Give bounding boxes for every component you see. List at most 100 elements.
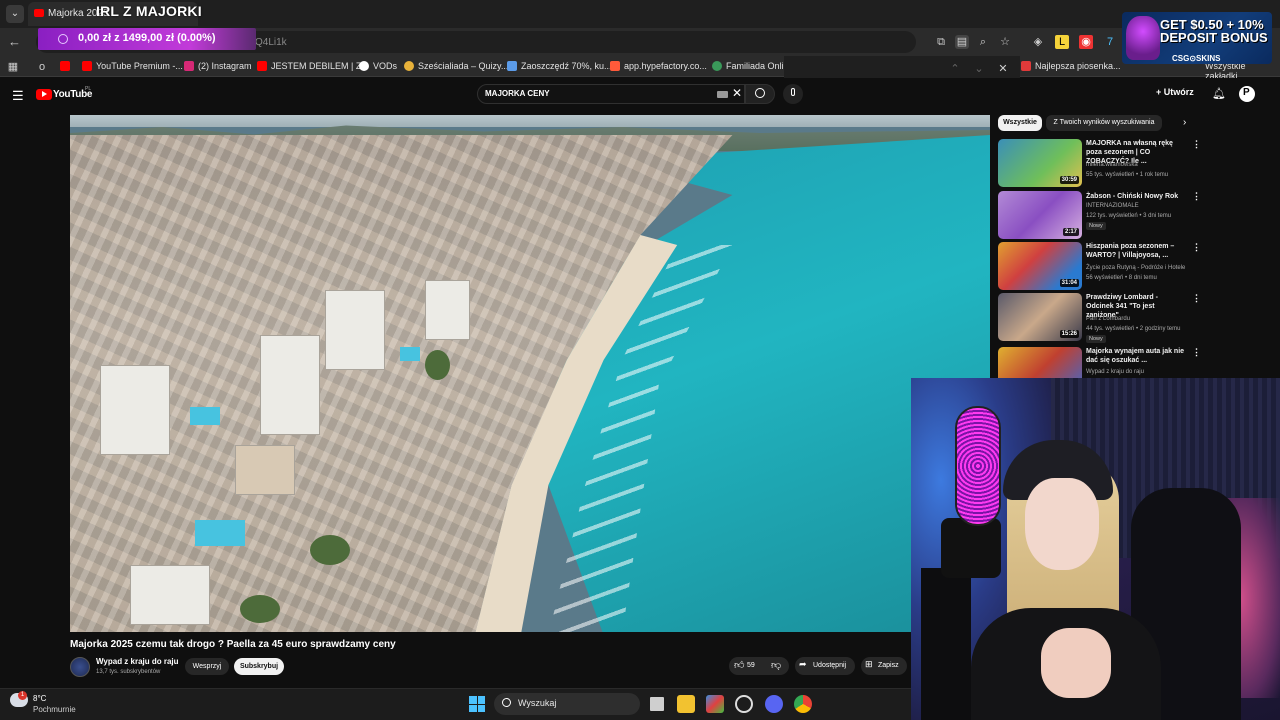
video-duration: 31:04 <box>1059 279 1079 287</box>
more-options-icon[interactable]: ⋮ <box>1192 242 1201 253</box>
bookmark-o-icon[interactable]: o <box>35 60 49 74</box>
clear-search-icon[interactable]: ✕ <box>732 86 742 100</box>
streamer-hands <box>1041 628 1111 698</box>
create-button[interactable]: + Utwórz <box>1156 87 1194 97</box>
start-tile <box>469 704 477 712</box>
windows-start-icon[interactable] <box>469 696 485 712</box>
pool <box>400 347 420 361</box>
search-icon[interactable] <box>755 88 765 98</box>
bookmark-instagram[interactable]: (2) Instagram <box>198 61 252 71</box>
subscriber-count: 13,7 tys. subskrybentów <box>96 669 161 675</box>
store-icon[interactable] <box>706 695 724 713</box>
zoom-icon[interactable]: ⌕ <box>976 35 990 49</box>
channel-avatar[interactable] <box>70 657 90 677</box>
install-app-icon[interactable]: ⧉ <box>934 35 948 49</box>
weather-temperature[interactable]: 8°C <box>33 694 46 703</box>
extension-l-icon[interactable]: L <box>1055 35 1069 49</box>
subscribe-button[interactable]: Subskrybuj <box>234 658 284 675</box>
bookmark-youtube-premium[interactable]: YouTube Premium -... <box>96 61 183 71</box>
bookmark-jestem-debilem[interactable]: JESTEM DEBILEM | Z... <box>271 61 369 71</box>
bookmark-star-icon[interactable]: ☆ <box>998 35 1012 49</box>
hotel-building <box>130 565 210 625</box>
vods-icon <box>359 61 369 71</box>
pool <box>195 520 245 546</box>
save-label: Zapisz <box>878 662 899 669</box>
extension-7tv-icon[interactable]: 7 <box>1103 35 1117 49</box>
video-thumbnail[interactable]: 30:59 <box>998 139 1082 187</box>
video-thumbnail[interactable]: 31:04 <box>998 242 1082 290</box>
extension-icon[interactable]: ◈ <box>1031 35 1045 49</box>
chip-from-search[interactable]: Z Twoich wyników wyszukiwania <box>1046 115 1162 131</box>
recommendation-channel[interactable]: Życie poza Rutyną - Podróże i Hotele <box>1086 265 1185 271</box>
find-close-icon[interactable]: ✕ <box>996 62 1010 76</box>
recommendation-channel[interactable]: INTERNAZIOMALE <box>1086 203 1139 209</box>
chrome-icon[interactable] <box>794 695 812 713</box>
menu-icon[interactable]: ☰ <box>12 88 24 104</box>
bookmark-szescialiada[interactable]: Sześcialiada – Quizy... <box>418 61 508 71</box>
streamer-face <box>1025 478 1099 570</box>
back-arrow-icon[interactable]: ← <box>8 34 21 49</box>
mic-icon[interactable] <box>791 88 795 96</box>
find-prev-icon[interactable]: ⌃ <box>948 62 962 76</box>
discord-icon[interactable] <box>765 695 783 713</box>
search-query[interactable]: MAJORKA CENY <box>485 89 550 98</box>
video-thumbnail[interactable]: 2:17 <box>998 191 1082 239</box>
url-text: Q4Li1k <box>255 37 287 48</box>
chip-all[interactable]: Wszystkie <box>998 115 1042 131</box>
more-options-icon[interactable]: ⋮ <box>1192 191 1201 202</box>
more-options-icon[interactable]: ⋮ <box>1192 139 1201 150</box>
stream-title-overlay: IRL Z MAJORKI <box>96 3 202 19</box>
extension-red-icon[interactable]: ◉ <box>1079 35 1093 49</box>
webcam-overlay <box>911 378 1280 720</box>
new-badge: Nowy <box>1086 335 1106 343</box>
like-thumb-icon[interactable]: 👍︎ <box>734 659 744 671</box>
recommendation-item[interactable]: 31:04 Hiszpania poza sezonem – WARTO? | … <box>998 242 1268 292</box>
video-player[interactable] <box>70 115 990 632</box>
dislike-thumb-icon[interactable]: 👎︎ <box>771 659 781 671</box>
search-icon <box>502 698 511 707</box>
hotel-building <box>325 290 385 370</box>
more-options-icon[interactable]: ⋮ <box>1192 293 1201 304</box>
support-button[interactable]: Wesprzyj <box>185 658 229 675</box>
recommendation-item[interactable]: 30:59 MAJORKA na własną rękę poza sezone… <box>998 139 1268 189</box>
recommendation-item[interactable]: 15:26 Prawdziwy Lombard - Odcinek 341 "T… <box>998 293 1268 343</box>
video-thumbnail[interactable]: 15:26 <box>998 293 1082 341</box>
apps-grid-icon[interactable]: ▦ <box>6 60 20 74</box>
bookmark-vods[interactable]: VODs <box>373 61 397 71</box>
start-tile <box>469 696 477 704</box>
translate-icon[interactable]: ▤ <box>955 35 969 49</box>
recommendation-channel[interactable]: Wypad z kraju do raju <box>1086 369 1144 375</box>
recommendation-channel[interactable]: Pan z Lombardu <box>1086 316 1130 322</box>
hypefactory-icon <box>610 61 620 71</box>
recommendation-title[interactable]: Hiszpania poza sezonem – WARTO? | Villaj… <box>1086 242 1186 260</box>
more-options-icon[interactable]: ⋮ <box>1192 347 1201 358</box>
tab-search-chevron-icon[interactable]: ⌄ <box>6 5 24 23</box>
task-view-icon[interactable] <box>648 695 666 713</box>
avatar-initial: P <box>1243 87 1250 98</box>
like-count[interactable]: 59 <box>747 662 755 669</box>
trees <box>310 535 350 565</box>
recommendation-channel[interactable]: milena.wilamowska <box>1086 162 1138 168</box>
recommendation-title[interactable]: Żabson - Chiński Nowy Rok <box>1086 192 1186 201</box>
recommendation-item[interactable]: Majorka wynajem auta jak nie dać się osz… <box>998 347 1268 379</box>
taskbar-search-box[interactable] <box>494 693 640 715</box>
find-next-icon[interactable]: ⌄ <box>972 62 986 76</box>
start-tile <box>477 696 485 704</box>
notifications-bell-icon[interactable]: 🔔︎ <box>1212 87 1226 100</box>
taskbar-search-label[interactable]: Wyszukaj <box>518 698 556 708</box>
recommendation-item[interactable]: 2:17 Żabson - Chiński Nowy Rok INTERNAZI… <box>998 191 1268 241</box>
video-thumbnail[interactable] <box>998 347 1082 379</box>
recommendation-title[interactable]: Majorka wynajem auta jak nie dać się osz… <box>1086 347 1186 365</box>
youtube-bookmark-icon <box>257 61 267 71</box>
bookmark-hypefactory[interactable]: app.hypefactory.co... <box>624 61 707 71</box>
weather-description[interactable]: Pochmurnie <box>33 705 76 714</box>
file-explorer-icon[interactable] <box>677 695 695 713</box>
channel-name[interactable]: Wypad z kraju do raju <box>96 657 179 666</box>
bookmark-zaoszczedz[interactable]: Zaoszczędź 70%, ku... <box>521 61 612 71</box>
app-icon[interactable] <box>735 695 753 713</box>
bookmark-najlepsza-piosenka[interactable]: Najlepsza piosenka... <box>1035 61 1121 71</box>
microphone <box>955 406 1001 526</box>
keyboard-icon[interactable] <box>717 91 728 98</box>
new-badge: Nowy <box>1086 222 1106 230</box>
chevron-right-icon[interactable]: › <box>1183 117 1186 128</box>
